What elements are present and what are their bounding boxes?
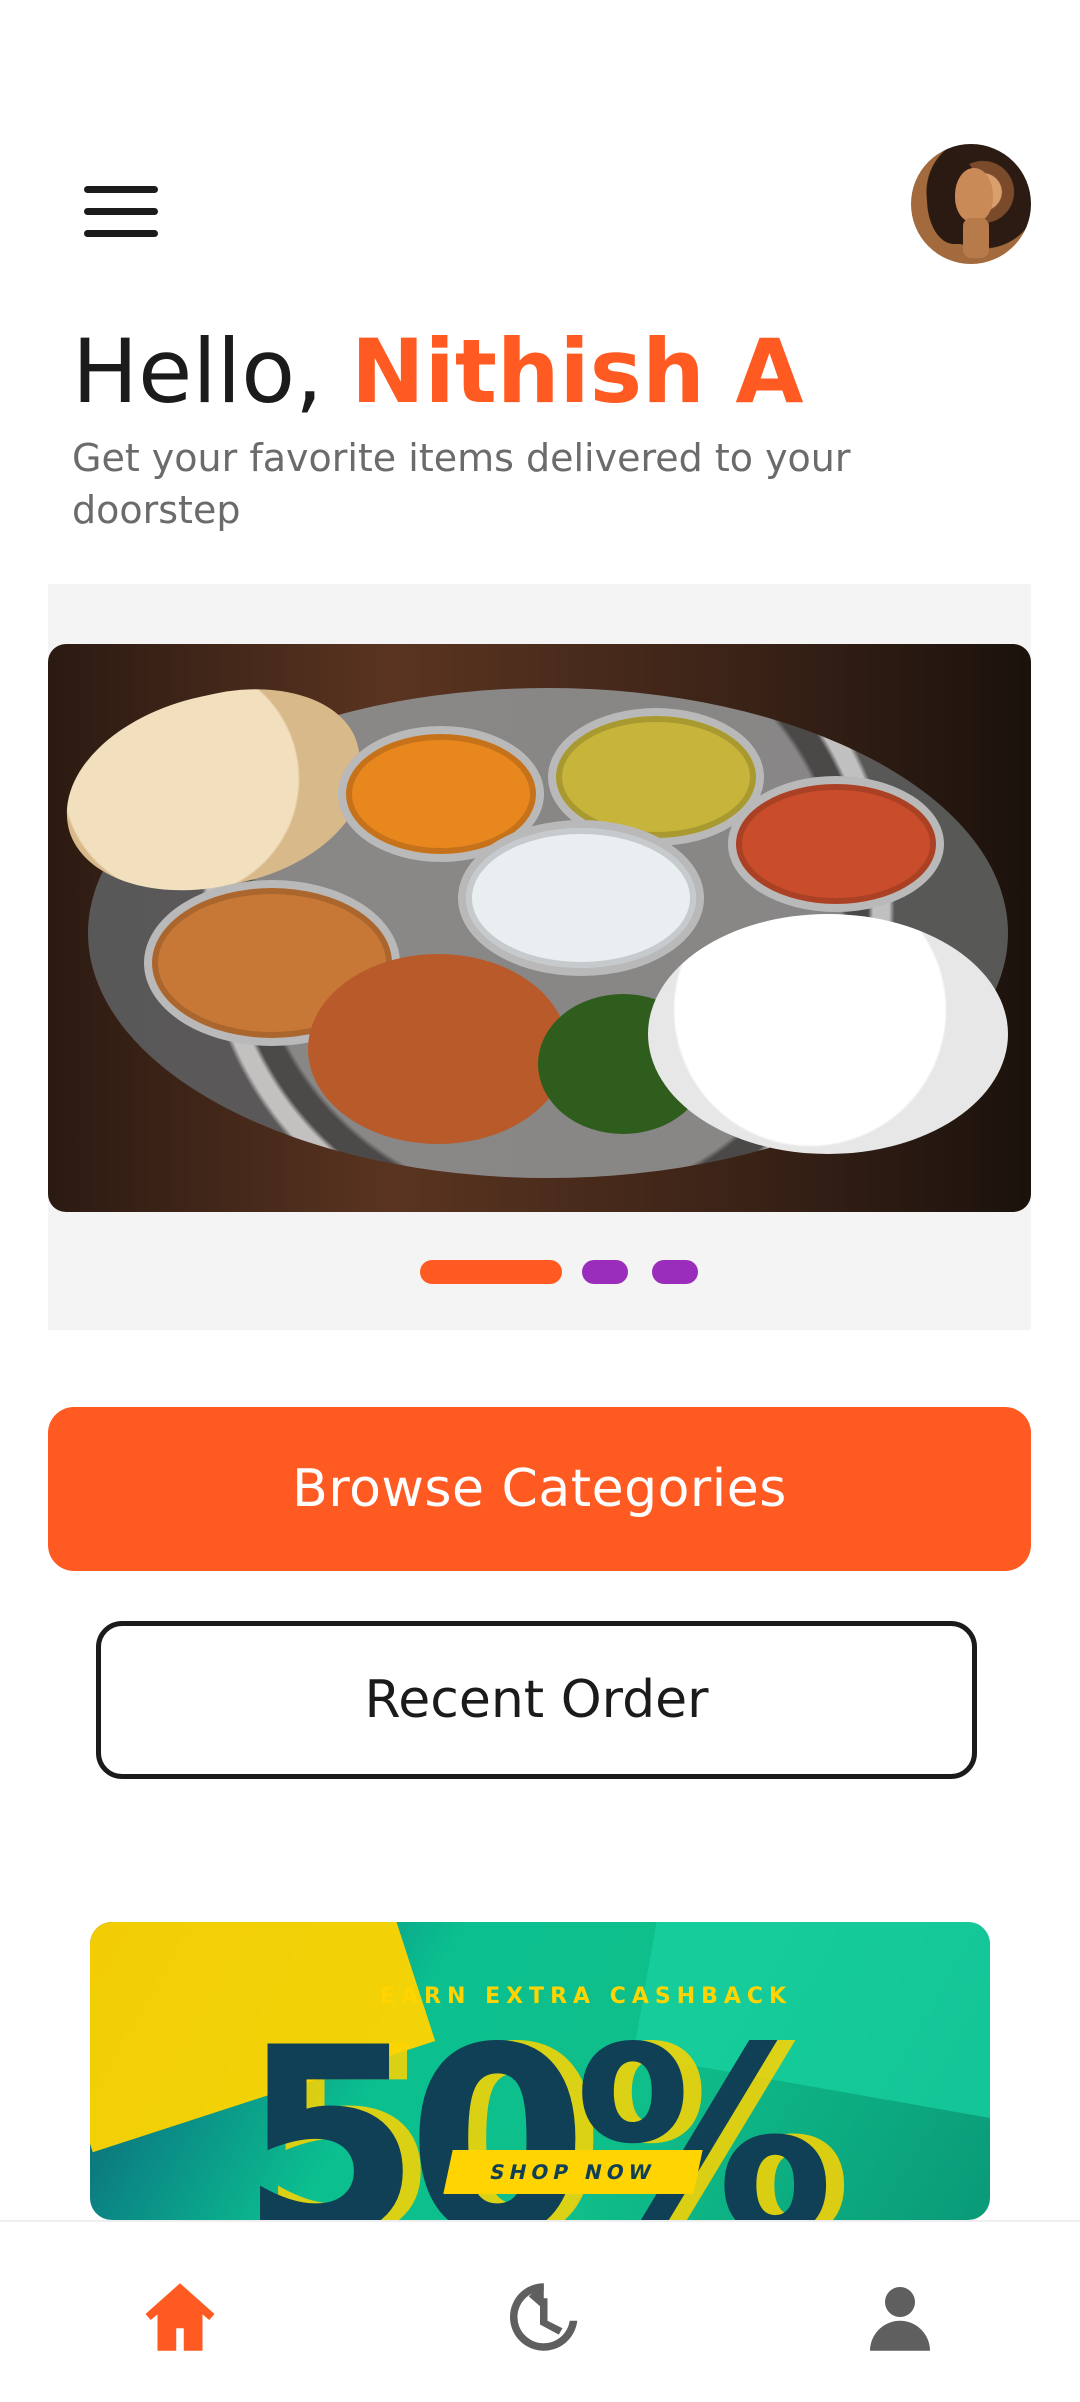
carousel-dot-3[interactable] (652, 1260, 698, 1284)
browse-categories-button[interactable]: Browse Categories (48, 1407, 1031, 1571)
greeting-name: Nithish A (351, 320, 804, 423)
hero-carousel[interactable] (48, 584, 1031, 1330)
avatar-neck (963, 218, 989, 258)
hamburger-menu-icon (84, 208, 158, 215)
recent-order-button[interactable]: Recent Order (96, 1621, 977, 1779)
promo-banner[interactable]: EARN EXTRA CASHBACK 50% SHOP NOW (90, 1922, 990, 2220)
home-icon (145, 2283, 215, 2351)
greeting-hello: Hello, (72, 320, 324, 423)
carousel-dot-1[interactable] (420, 1260, 562, 1284)
bowl-curry (728, 776, 944, 912)
rice (648, 914, 1008, 1154)
hamburger-menu-button[interactable] (84, 186, 158, 238)
avatar-face (955, 168, 993, 222)
nav-profile[interactable] (855, 2272, 945, 2362)
person-icon (870, 2287, 930, 2351)
recent-order-label: Recent Order (364, 1670, 709, 1730)
hero-image[interactable] (48, 644, 1031, 1212)
browse-categories-label: Browse Categories (292, 1459, 787, 1519)
hamburger-menu-icon (84, 186, 158, 193)
greeting-subtitle: Get your favorite items delivered to you… (72, 436, 851, 532)
food-mix (308, 954, 568, 1144)
bowl-raita (458, 820, 704, 976)
carousel-dot-2[interactable] (582, 1260, 628, 1284)
nav-history[interactable] (495, 2272, 585, 2362)
nav-home[interactable] (135, 2272, 225, 2362)
history-icon (509, 2283, 578, 2351)
avatar[interactable] (911, 144, 1031, 264)
greeting: Hello, Nithish A (72, 322, 803, 422)
bottom-navigation (0, 2220, 1080, 2402)
promo-shop-now[interactable]: SHOP NOW (443, 2150, 703, 2194)
hamburger-menu-icon (84, 230, 158, 237)
